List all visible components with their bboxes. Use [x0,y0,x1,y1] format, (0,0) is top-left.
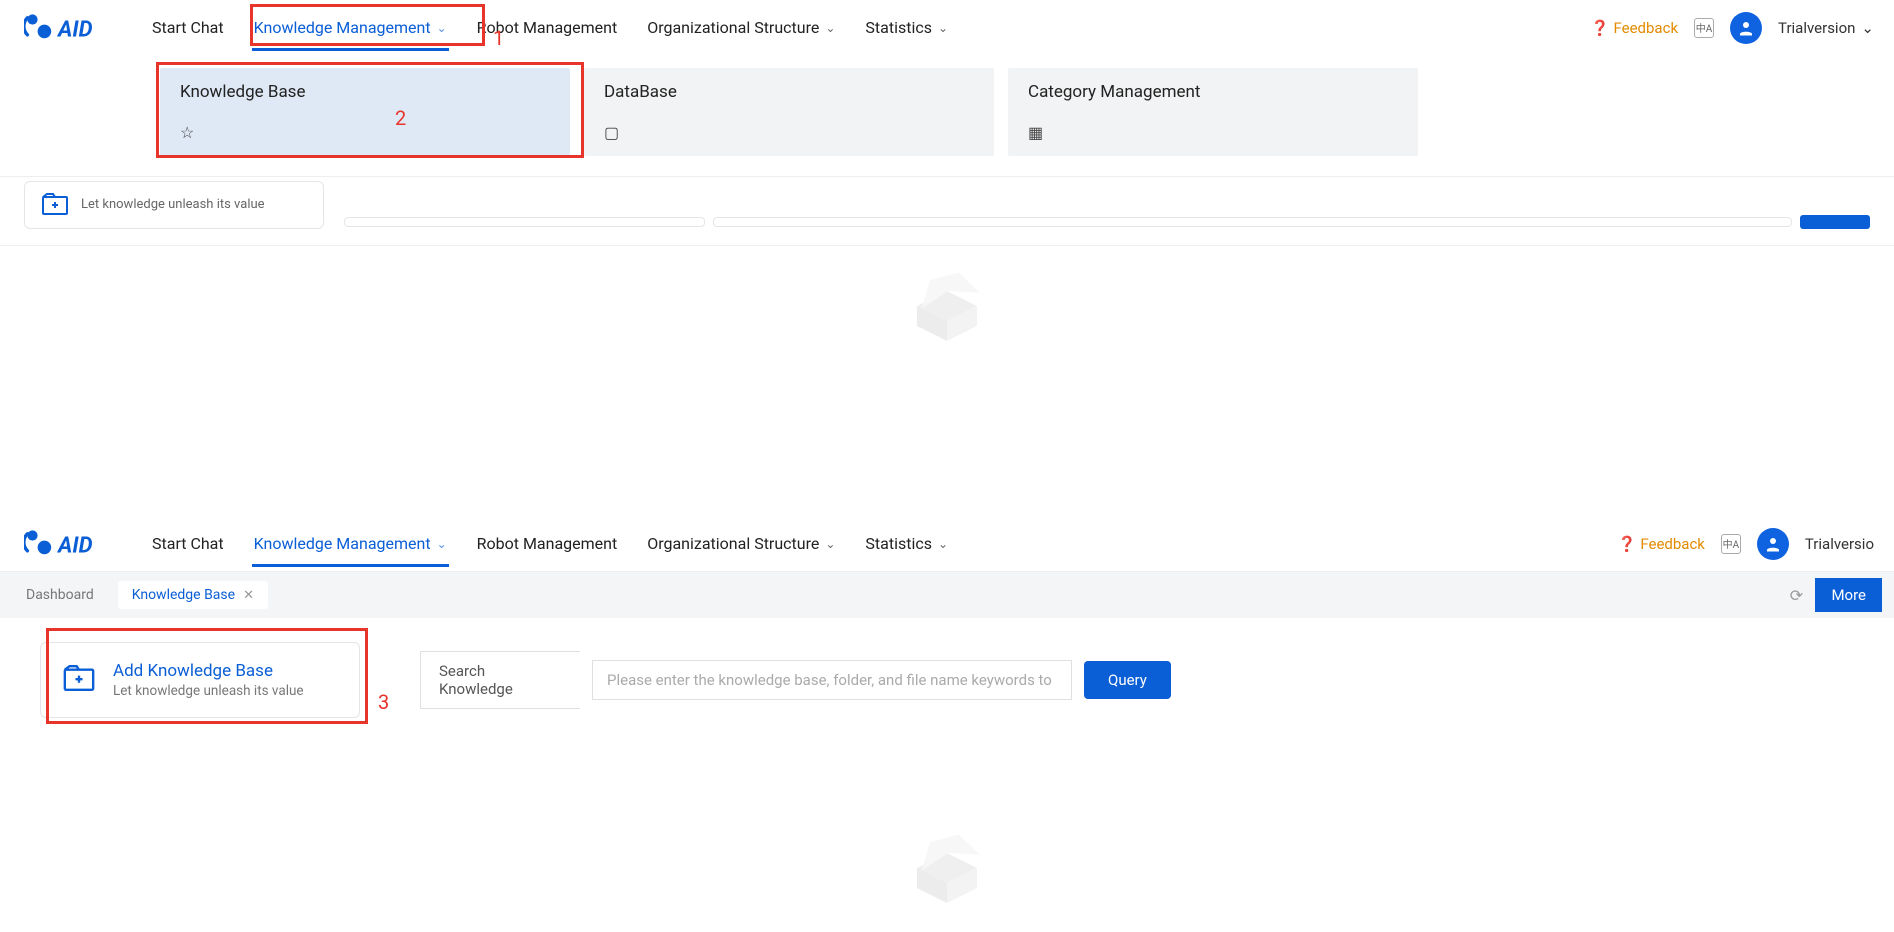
annotation-number-2: 2 [395,106,406,130]
nav-label: Organizational Structure [647,18,819,37]
add-card-title: Add Knowledge Base [113,661,304,681]
chevron-down-icon: ⌄ [1861,19,1874,37]
chevron-down-icon: ⌄ [825,537,835,551]
content-area: Add Knowledge Base Let knowledge unleash… [0,618,1894,932]
chevron-down-icon: ⌄ [825,21,835,35]
mega-card-title: DataBase [604,82,974,102]
user-name: Trialversion [1778,19,1855,37]
add-knowledge-base-card-peek[interactable]: Let knowledge unleash its value [24,181,324,229]
nav-start-chat[interactable]: Start Chat [150,12,226,43]
user-name: Trialversio [1805,535,1874,553]
empty-box-illustration [887,818,1007,908]
knowledge-management-dropdown: Knowledge Base ☆ DataBase ▢ Category Man… [0,56,1894,177]
mega-card-database[interactable]: DataBase ▢ [584,68,994,156]
search-input[interactable] [592,660,1072,700]
search-row: Search Knowledge Query [420,651,1171,709]
mega-card-title: Category Management [1028,82,1398,102]
question-icon: ❓ [1618,535,1637,553]
tab-label: Knowledge Base [132,587,235,603]
avatar[interactable] [1730,12,1762,44]
user-menu[interactable]: Trialversion ⌄ [1778,19,1874,37]
mega-card-knowledge-base[interactable]: Knowledge Base ☆ [160,68,570,156]
svg-text:AID: AID [56,532,93,558]
tab-dashboard[interactable]: Dashboard [12,581,108,609]
nav-label: Statistics [865,534,932,553]
nav-label: Organizational Structure [647,534,819,553]
query-button[interactable]: Query [1084,661,1171,699]
mega-card-category-management[interactable]: Category Management ▦ [1008,68,1418,156]
annotation-number-1: 1 [493,26,504,50]
more-button[interactable]: More [1815,578,1882,612]
nav-start-chat[interactable]: Start Chat [150,528,226,559]
query-label: Query [1108,671,1147,689]
nav-label: Start Chat [152,18,224,37]
nav-org-structure[interactable]: Organizational Structure ⌄ [645,12,837,43]
more-label: More [1831,586,1866,604]
user-menu[interactable]: Trialversio [1805,535,1874,553]
nav-knowledge-management[interactable]: Knowledge Management ⌄ [252,528,449,559]
nav-label: Start Chat [152,534,224,553]
nav-label: Robot Management [477,534,618,553]
close-icon[interactable]: ✕ [243,588,254,603]
nav-statistics[interactable]: Statistics ⌄ [863,528,950,559]
book-icon: ▢ [604,123,974,142]
peek-row: Let knowledge unleash its value [0,177,1894,246]
tab-label: Dashboard [26,587,94,603]
feedback-link[interactable]: ❓ Feedback [1618,535,1705,553]
annotation-number-3: 3 [378,690,389,714]
tab-bar: Dashboard Knowledge Base ✕ ⟳ More [0,572,1894,618]
empty-box-illustration [887,256,1007,346]
nav-robot-management[interactable]: Robot Management [475,528,620,559]
language-toggle-icon[interactable]: 中A [1721,534,1741,554]
logo: AID [24,11,126,45]
nav-statistics[interactable]: Statistics ⌄ [863,12,950,43]
chevron-down-icon: ⌄ [437,21,447,35]
nav-org-structure[interactable]: Organizational Structure ⌄ [645,528,837,559]
search-type-select[interactable]: Search Knowledge [420,651,580,709]
avatar[interactable] [1757,528,1789,560]
folder-plus-icon [63,665,95,695]
add-card-subtitle: Let knowledge unleash its value [113,683,304,699]
top-nav-bar-2: AID Start Chat Knowledge Management ⌄ Ro… [0,516,1894,572]
add-knowledge-base-card[interactable]: Add Knowledge Base Let knowledge unleash… [40,642,360,718]
question-icon: ❓ [1591,19,1610,37]
refresh-icon[interactable]: ⟳ [1787,586,1805,604]
top-nav-bar: AID Start Chat Knowledge Management ⌄ Ro… [0,0,1894,56]
feedback-label: Feedback [1614,19,1679,37]
search-type-label: Search Knowledge [439,662,513,698]
chevron-down-icon: ⌄ [938,537,948,551]
feedback-link[interactable]: ❓ Feedback [1591,19,1678,37]
nav-label: Knowledge Management [254,534,431,553]
chevron-down-icon: ⌄ [938,21,948,35]
nav-knowledge-management[interactable]: Knowledge Management ⌄ [252,12,449,43]
nav-label: Statistics [865,18,932,37]
peek-subtitle: Let knowledge unleash its value [81,197,265,212]
language-toggle-icon[interactable]: 中A [1694,18,1714,38]
tab-knowledge-base[interactable]: Knowledge Base ✕ [118,581,268,609]
grid-icon: ▦ [1028,123,1398,142]
logo: AID [24,527,126,561]
feedback-label: Feedback [1640,535,1705,553]
chevron-down-icon: ⌄ [437,537,447,551]
svg-text:AID: AID [56,16,93,42]
folder-plus-icon [41,190,69,218]
mega-card-title: Knowledge Base [180,82,550,102]
peek-search-strip [344,215,1870,229]
nav-label: Knowledge Management [254,18,431,37]
star-icon: ☆ [180,123,550,142]
